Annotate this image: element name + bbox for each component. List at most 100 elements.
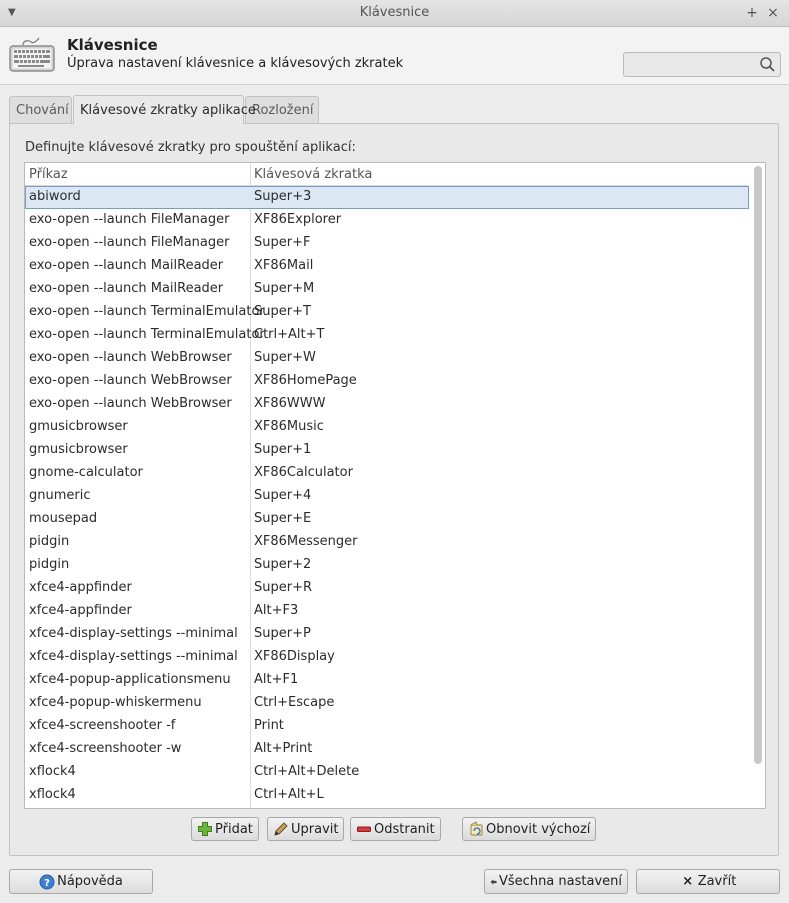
remove-button[interactable]: Odstranit [350, 817, 441, 841]
reset-defaults-button[interactable]: Obnovit výchozí [462, 817, 597, 841]
shortcut-cell: Super+T [254, 304, 311, 319]
table-row[interactable]: xfce4-appfinder Super+R [25, 577, 749, 600]
shortcut-cell: Print [254, 718, 284, 733]
shortcut-cell: Alt+F1 [254, 672, 299, 687]
vertical-scrollbar[interactable] [753, 166, 763, 805]
shortcut-cell: Ctrl+Alt+L [254, 787, 324, 802]
shortcut-cell: XF86Calculator [254, 465, 353, 480]
table-row[interactable]: exo-open --launch WebBrowser XF86WWW [25, 393, 749, 416]
tab-application-shortcuts[interactable]: Klávesové zkratky aplikace [73, 95, 256, 124]
scrollbar-thumb[interactable] [754, 166, 762, 764]
table-row[interactable]: gmusicbrowser Super+1 [25, 439, 749, 462]
shortcut-cell: XF86Explorer [254, 212, 342, 227]
shortcut-cell: Super+W [254, 350, 316, 365]
shortcut-cell: Super+2 [254, 557, 312, 572]
command-cell: exo-open --launch TerminalEmulator [29, 304, 265, 319]
plus-icon [198, 822, 212, 836]
shortcut-cell: Super+R [254, 580, 313, 595]
tab-layout[interactable]: Rozložení [245, 96, 319, 124]
command-cell: abiword [29, 189, 81, 204]
window-titlebar: ▼ Klávesnice + × [0, 0, 789, 27]
dialog-title: Klávesnice [67, 36, 158, 54]
command-cell: pidgin [29, 557, 70, 572]
dialog-subtitle: Úprava nastavení klávesnice a klávesovýc… [67, 56, 404, 71]
edit-button-label: Upravit [291, 821, 339, 837]
table-row[interactable]: gnumeric Super+4 [25, 485, 749, 508]
table-row[interactable]: exo-open --launch WebBrowser Super+W [25, 347, 749, 370]
restore-icon [470, 821, 483, 836]
table-row[interactable]: xflock4 Ctrl+Alt+L [25, 784, 749, 807]
shortcut-cell: Super+P [254, 626, 311, 641]
shortcut-cell: Super+M [254, 281, 315, 296]
window-title: Klávesnice [359, 5, 430, 20]
pencil-icon [274, 822, 288, 836]
table-row[interactable]: abiword Super+3 [25, 186, 749, 209]
table-row[interactable]: gmusicbrowser XF86Music [25, 416, 749, 439]
table-row[interactable]: exo-open --launch WebBrowser XF86HomePage [25, 370, 749, 393]
close-icon: × [682, 873, 694, 889]
table-row[interactable]: exo-open --launch TerminalEmulator Super+… [25, 301, 749, 324]
command-cell: exo-open --launch WebBrowser [29, 350, 232, 365]
table-row[interactable]: xfce4-screenshooter -f Print [25, 715, 749, 738]
table-row[interactable]: xfce4-display-settings --minimal Super+P [25, 623, 749, 646]
svg-text:?: ? [44, 878, 50, 889]
shortcut-cell: Super+4 [254, 488, 312, 503]
all-settings-button[interactable]: Všechna nastavení [484, 869, 628, 894]
remove-button-label: Odstranit [374, 821, 435, 837]
shortcut-cell: XF86Messenger [254, 534, 358, 549]
table-row[interactable]: xfce4-screenshooter -w Alt+Print [25, 738, 749, 761]
table-row[interactable]: xfce4-display-settings --minimal XF86Disp… [25, 646, 749, 669]
command-cell: gnumeric [29, 488, 91, 503]
shortcut-cell: Ctrl+Alt+T [254, 327, 325, 342]
table-row[interactable]: pidgin XF86Messenger [25, 531, 749, 554]
command-cell: exo-open --launch MailReader [29, 258, 224, 273]
maximize-button[interactable]: + [744, 4, 760, 22]
table-row[interactable]: exo-open --launch MailReader Super+M [25, 278, 749, 301]
search-input[interactable] [628, 55, 754, 74]
help-button-label: Nápověda [57, 874, 123, 889]
close-icon: × [767, 5, 779, 21]
table-row[interactable]: exo-open --launch FileManager Super+F [25, 232, 749, 255]
close-button[interactable]: × Zavřít [636, 869, 780, 894]
command-cell: gnome-calculator [29, 465, 143, 480]
command-cell: xfce4-screenshooter -w [29, 741, 182, 756]
table-row[interactable]: xfce4-popup-whiskermenu Ctrl+Escape [25, 692, 749, 715]
shortcut-cell: Super+E [254, 511, 312, 526]
shortcut-cell: Alt+Print [254, 741, 313, 756]
search-icon[interactable] [759, 56, 776, 73]
table-row[interactable]: mousepad Super+E [25, 508, 749, 531]
dialog-header: Klávesnice Úprava nastavení klávesnice a… [0, 27, 789, 85]
table-row[interactable]: xfce4-appfinder Alt+F3 [25, 600, 749, 623]
tab-behavior[interactable]: Chování [9, 96, 72, 124]
command-cell: xflock4 [29, 764, 76, 779]
reset-defaults-button-label: Obnovit výchozí [486, 821, 591, 837]
help-button[interactable]: ? Nápověda [9, 869, 153, 894]
shortcut-cell: XF86HomePage [254, 373, 357, 388]
command-cell: xflock4 [29, 787, 76, 802]
table-row[interactable]: exo-open --launch FileManager XF86Explore… [25, 209, 749, 232]
table-row[interactable]: xflock4 Ctrl+Alt+Delete [25, 761, 749, 784]
shortcut-cell: Super+1 [254, 442, 312, 457]
shortcut-cell: Super+F [254, 235, 311, 250]
table-header: Příkaz Klávesová zkratka [25, 163, 748, 186]
edit-button[interactable]: Upravit [267, 817, 345, 841]
shortcuts-panel: Definujte klávesové zkratky pro spouštěn… [9, 123, 779, 856]
window-close-button[interactable]: × [765, 4, 781, 22]
add-button[interactable]: Přidat [191, 817, 259, 841]
table-row[interactable]: exo-open --launch TerminalEmulator Ctrl+A… [25, 324, 749, 347]
table-row[interactable]: xfce4-popup-applicationsmenu Alt+F1 [25, 669, 749, 692]
minus-icon [357, 826, 371, 832]
command-cell: gmusicbrowser [29, 442, 128, 457]
table-row[interactable]: exo-open --launch MailReader XF86Mail [25, 255, 749, 278]
search-field[interactable] [623, 52, 781, 77]
keyboard-icon [9, 37, 55, 72]
panel-description: Definujte klávesové zkratky pro spouštěn… [25, 140, 356, 155]
table-row[interactable]: pidgin Super+2 [25, 554, 749, 577]
table-row[interactable]: gnome-calculator XF86Calculator [25, 462, 749, 485]
shortcut-cell: Ctrl+Escape [254, 695, 335, 710]
command-cell: xfce4-display-settings --minimal [29, 649, 238, 664]
shortcut-cell: Alt+F3 [254, 603, 299, 618]
shortcuts-table[interactable]: Příkaz Klávesová zkratka abiword Super+3 e… [24, 162, 766, 809]
column-header-command[interactable]: Příkaz [29, 167, 68, 182]
column-header-shortcut[interactable]: Klávesová zkratka [254, 167, 372, 182]
